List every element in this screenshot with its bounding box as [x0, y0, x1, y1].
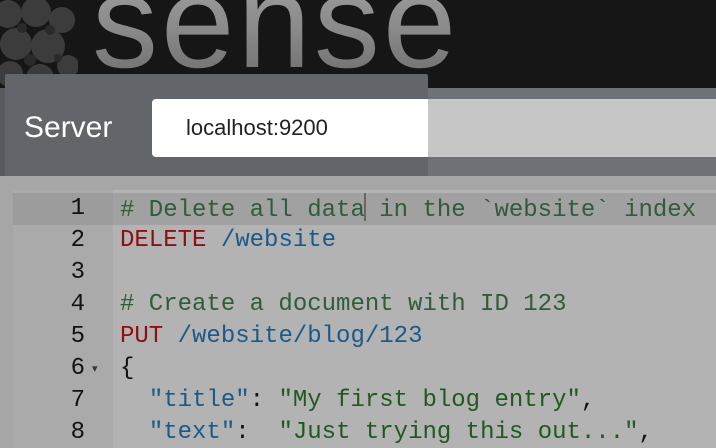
code-token-punct [120, 419, 149, 446]
code-token-comment: in the `website` index [364, 197, 697, 224]
line-number-cell: 1 [13, 193, 113, 225]
code-token-path: /website/blog/123 [177, 323, 423, 350]
code-token-method: PUT [120, 323, 164, 350]
code-text: # Delete all data in the `website` index [120, 193, 696, 227]
code-token-punct [120, 387, 149, 414]
editor-line[interactable]: 5 PUT /website/blog/123 [13, 321, 716, 353]
code-text: "title": "My first blog entry", [120, 385, 596, 417]
line-number-cell: 4 [13, 289, 113, 321]
code-token-punct: , [580, 387, 596, 414]
code-token-punct: , [638, 419, 653, 446]
code-text: { [120, 353, 134, 385]
code-token-punct [206, 227, 220, 254]
code-token-method: DELETE [120, 227, 207, 254]
code-token-path: /website [220, 227, 337, 254]
code-token-key: "title" [148, 387, 250, 414]
line-number: 6 [70, 355, 85, 382]
line-number: 4 [70, 291, 85, 318]
editor-line[interactable]: 4 # Create a document with ID 123 [13, 289, 716, 321]
server-url-input[interactable] [152, 99, 712, 157]
line-number: 5 [70, 323, 85, 350]
code-text: # Create a document with ID 123 [120, 289, 566, 321]
code-token-comment: # Create a document with ID 123 [120, 291, 567, 318]
code-text: DELETE /website [120, 225, 336, 257]
code-text: PUT /website/blog/123 [120, 321, 422, 353]
line-number-cell: 8 [13, 417, 113, 448]
server-input-container [152, 99, 716, 157]
fold-toggle-icon[interactable]: ▾ [92, 353, 98, 385]
editor-line[interactable]: 3 [13, 257, 716, 289]
line-number-cell: 7 [13, 385, 113, 417]
code-token-comment: # Delete all data [120, 197, 365, 224]
sense-app: sense Server 1# Delete all data in the `… [0, 0, 716, 448]
code-text: "text": "Just trying this out...", [120, 417, 653, 448]
line-number: 1 [70, 195, 85, 222]
line-number-cell: 2 [13, 225, 113, 257]
editor-line[interactable]: 6 ▾{ [13, 353, 716, 385]
code-token-string: "My first blog entry" [278, 387, 581, 414]
line-number: 7 [70, 387, 85, 414]
code-token-punct: { [120, 355, 135, 382]
code-token-string: "Just trying this out..." [278, 419, 639, 446]
request-editor[interactable]: 1 # Delete all data in the `website` inde… [13, 190, 716, 448]
line-number: 8 [70, 419, 85, 446]
line-number: 3 [70, 259, 85, 286]
line-number-cell: 6 ▾ [13, 353, 113, 385]
code-token-key: "text" [148, 419, 236, 446]
editor-line[interactable]: 2 DELETE /website [13, 225, 716, 257]
code-token-punct: : [249, 387, 279, 414]
editor-line[interactable]: 1 # Delete all data in the `website` inde… [13, 193, 716, 225]
line-number-cell: 3 [13, 257, 113, 289]
editor-line[interactable]: 8 "text": "Just trying this out...", [13, 417, 716, 448]
editor-line[interactable]: 7 "title": "My first blog entry", [13, 385, 716, 417]
server-label: Server [24, 111, 113, 144]
code-token-punct: : [235, 419, 279, 446]
line-number-cell: 5 [13, 321, 113, 353]
line-number: 2 [70, 227, 85, 254]
code-token-punct [163, 323, 177, 350]
